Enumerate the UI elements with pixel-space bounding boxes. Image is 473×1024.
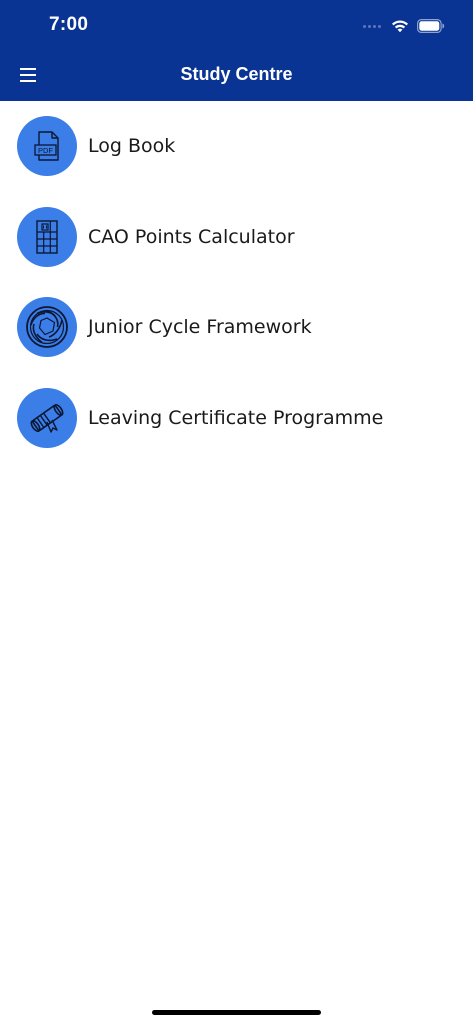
menu-list: PDF Log Book CAO Points Calculator Junio… bbox=[0, 101, 473, 463]
home-indicator[interactable] bbox=[152, 1010, 321, 1015]
page-title: Study Centre bbox=[180, 64, 293, 84]
svg-text:PDF: PDF bbox=[38, 146, 53, 155]
wifi-icon bbox=[392, 20, 408, 33]
list-item-leaving-certificate-programme[interactable]: Leaving Certificate Programme bbox=[0, 373, 473, 464]
list-item-log-book[interactable]: PDF Log Book bbox=[0, 101, 473, 192]
status-icons bbox=[363, 16, 445, 36]
aperture-icon bbox=[17, 297, 77, 358]
battery-icon bbox=[417, 19, 445, 33]
list-item-cao-points-calculator[interactable]: CAO Points Calculator bbox=[0, 192, 473, 283]
header-bar: 7:00 Study Centre bbox=[0, 0, 473, 101]
diploma-scroll-icon bbox=[17, 387, 77, 448]
screen: 7:00 Study Centre PDF Log Book CAO Point… bbox=[0, 0, 473, 1024]
cellular-signal-icon bbox=[363, 24, 381, 28]
list-item-junior-cycle-framework[interactable]: Junior Cycle Framework bbox=[0, 282, 473, 373]
status-time: 7:00 bbox=[49, 14, 89, 35]
list-item-label: Leaving Certificate Programme bbox=[88, 406, 384, 429]
list-item-label: Junior Cycle Framework bbox=[88, 316, 312, 339]
list-item-label: Log Book bbox=[88, 135, 176, 158]
calculator-grid-icon bbox=[17, 206, 77, 267]
pdf-document-icon: PDF bbox=[17, 116, 77, 177]
list-item-label: CAO Points Calculator bbox=[88, 225, 295, 248]
